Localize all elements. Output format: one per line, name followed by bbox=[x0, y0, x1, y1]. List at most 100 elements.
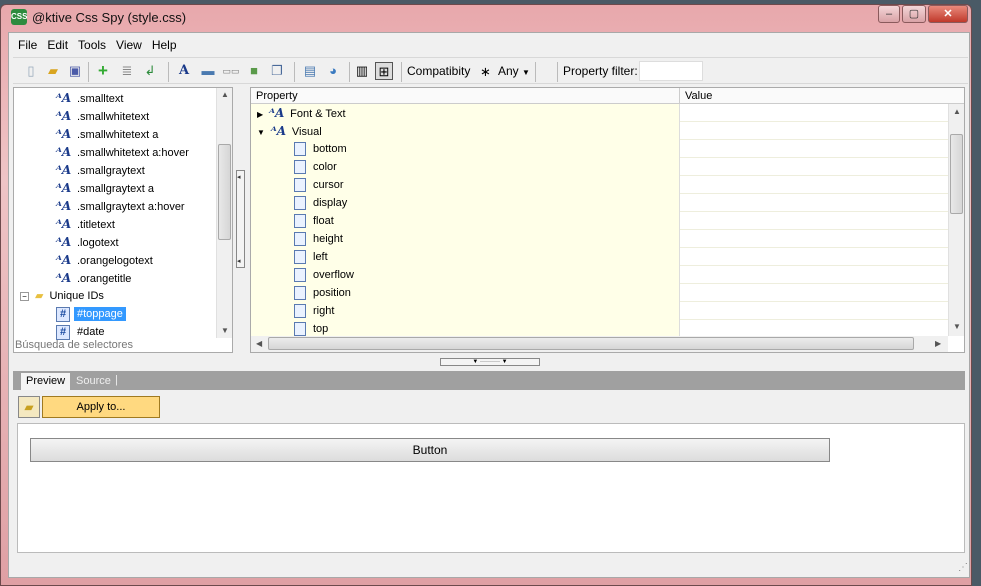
maximize-button[interactable]: ▢ bbox=[902, 5, 926, 23]
background-icon[interactable]: ■ bbox=[245, 62, 263, 80]
folder-icon: ▰ bbox=[24, 400, 34, 414]
menu-tools[interactable]: Tools bbox=[73, 35, 111, 55]
tab-divider: | bbox=[115, 374, 118, 386]
property-value-cell[interactable] bbox=[679, 248, 948, 266]
property-icon bbox=[294, 250, 306, 265]
preview-page-icon[interactable]: ▤ bbox=[301, 62, 319, 80]
property-value-cell[interactable] bbox=[679, 212, 948, 230]
value-column-header[interactable]: Value bbox=[679, 88, 964, 104]
property-value-cell[interactable] bbox=[679, 176, 948, 194]
tree-item-label: #toppage bbox=[74, 307, 126, 321]
property-filter-label: Property filter: bbox=[563, 64, 638, 78]
property-column-header[interactable]: Property bbox=[251, 88, 679, 104]
tree-item-class[interactable]: ᴬA .titletext bbox=[56, 215, 115, 233]
property-name: cursor bbox=[313, 179, 344, 191]
columns-view-icon[interactable]: ▥ bbox=[353, 62, 371, 80]
collapse-arrow-icon[interactable]: ▼ bbox=[257, 128, 265, 137]
property-row[interactable]: display bbox=[251, 194, 948, 212]
tree-item-id[interactable]: # #toppage bbox=[56, 305, 126, 323]
tree-item-class[interactable]: ᴬA .orangetitle bbox=[56, 269, 131, 287]
css-class-icon: ᴬA bbox=[56, 163, 72, 177]
compat-dropdown[interactable]: Any ▼ bbox=[498, 64, 530, 78]
tree-item-class[interactable]: ᴬA .smallwhitetext a bbox=[56, 125, 158, 143]
property-row[interactable]: cursor bbox=[251, 176, 948, 194]
css-class-icon: ᴬA bbox=[56, 127, 72, 141]
document-icon[interactable]: ≣ bbox=[118, 62, 136, 80]
font-icon[interactable]: A bbox=[175, 62, 193, 80]
menu-help[interactable]: Help bbox=[147, 35, 182, 55]
menu-file[interactable]: File bbox=[13, 35, 42, 55]
tree-item-class[interactable]: ᴬA .smallwhitetext a:hover bbox=[56, 143, 189, 161]
menu-edit[interactable]: Edit bbox=[42, 35, 73, 55]
tree-item-class[interactable]: ᴬA .orangelogotext bbox=[56, 251, 153, 269]
panel-splitter-vertical[interactable]: ◂ ◂ bbox=[236, 170, 245, 268]
property-row[interactable]: color bbox=[251, 158, 948, 176]
tree-folder-unique-ids[interactable]: − ▰ Unique IDs bbox=[20, 287, 104, 305]
close-button[interactable]: ✕ bbox=[928, 5, 968, 23]
grid-vertical-scrollbar[interactable]: ▲ ▼ bbox=[948, 104, 964, 336]
expand-arrow-icon[interactable]: ▶ bbox=[257, 110, 263, 119]
tree-item-class[interactable]: ᴬA .smallgraytext bbox=[56, 161, 145, 179]
minimize-button[interactable]: – bbox=[878, 5, 900, 23]
property-value-cell[interactable] bbox=[679, 266, 948, 284]
tree-item-class[interactable]: ᴬA .smallgraytext a bbox=[56, 179, 154, 197]
save-icon[interactable]: ▣ bbox=[66, 62, 84, 80]
property-value-cell[interactable] bbox=[679, 158, 948, 176]
property-value-cell[interactable] bbox=[679, 140, 948, 158]
panel-splitter-horizontal[interactable]: ▼ ·········· ▼ bbox=[440, 358, 540, 366]
tree-item-class[interactable]: ᴬA .smallwhitetext bbox=[56, 107, 149, 125]
spacing-icon[interactable]: ▭▭ bbox=[222, 62, 240, 80]
open-folder-icon[interactable]: ▰ bbox=[44, 62, 62, 80]
tree-item-class[interactable]: ᴬA .smalltext bbox=[56, 89, 123, 107]
menu-view[interactable]: View bbox=[111, 35, 147, 55]
property-name: height bbox=[313, 233, 343, 245]
property-row[interactable]: height bbox=[251, 230, 948, 248]
property-group[interactable]: ▶ ᴬA Font & Text bbox=[251, 104, 948, 122]
property-icon bbox=[294, 178, 306, 193]
layout-icon[interactable]: ❐ bbox=[268, 62, 286, 80]
border-icon[interactable]: ▬ bbox=[199, 62, 217, 80]
split-view-icon[interactable]: ⊞ bbox=[375, 62, 393, 80]
property-row[interactable]: overflow bbox=[251, 266, 948, 284]
tab-bar: Preview Source | bbox=[13, 371, 965, 390]
tree-item-class[interactable]: ᴬA .smallgraytext a:hover bbox=[56, 197, 185, 215]
tab-preview[interactable]: Preview bbox=[21, 373, 71, 390]
css-id-icon: # bbox=[56, 325, 70, 340]
selector-search[interactable]: Búsqueda de selectores bbox=[15, 339, 133, 351]
property-value-cell[interactable] bbox=[679, 194, 948, 212]
grid-horizontal-scrollbar[interactable]: ◀ ▶ bbox=[251, 336, 948, 352]
property-value-cell[interactable] bbox=[679, 230, 948, 248]
resize-grip-icon[interactable]: ⋰ bbox=[958, 562, 970, 574]
tree-scrollbar[interactable]: ▲ ▼ bbox=[216, 88, 232, 338]
property-name: position bbox=[313, 287, 351, 299]
preview-pane: Button bbox=[17, 423, 965, 553]
property-grid: Property Value ▶ ᴬA Font & Text ▼ ᴬA Visual bo… bbox=[250, 87, 965, 353]
tab-source[interactable]: Source bbox=[71, 373, 116, 390]
property-name: display bbox=[313, 197, 348, 209]
property-group[interactable]: ▼ ᴬA Visual bbox=[251, 122, 948, 140]
collapse-icon[interactable]: − bbox=[20, 292, 29, 301]
property-icon bbox=[294, 214, 306, 229]
property-row[interactable]: right bbox=[251, 302, 948, 320]
property-value-cell[interactable] bbox=[679, 284, 948, 302]
property-name: top bbox=[313, 323, 329, 335]
apply-to-button[interactable]: Apply to... bbox=[42, 396, 160, 418]
browser-check-icon[interactable]: ◕ bbox=[324, 62, 342, 80]
compat-value: Any bbox=[498, 64, 519, 78]
new-file-icon[interactable]: ▯ bbox=[22, 62, 40, 80]
property-row[interactable]: bottom bbox=[251, 140, 948, 158]
property-filter-input[interactable] bbox=[639, 61, 703, 81]
tree-item-label: .titletext bbox=[77, 219, 115, 231]
css-class-icon: ᴬA bbox=[56, 253, 72, 267]
property-value-cell[interactable] bbox=[679, 302, 948, 320]
css-class-icon: ᴬA bbox=[56, 91, 72, 105]
open-folder-button[interactable]: ▰ bbox=[18, 396, 40, 418]
property-name: bottom bbox=[313, 143, 347, 155]
property-row[interactable]: float bbox=[251, 212, 948, 230]
property-row[interactable]: left bbox=[251, 248, 948, 266]
property-row[interactable]: position bbox=[251, 284, 948, 302]
tree-item-class[interactable]: ᴬA .logotext bbox=[56, 233, 119, 251]
import-icon[interactable]: ↲ bbox=[141, 62, 159, 80]
add-icon[interactable]: + bbox=[94, 62, 112, 80]
preview-button[interactable]: Button bbox=[30, 438, 830, 462]
